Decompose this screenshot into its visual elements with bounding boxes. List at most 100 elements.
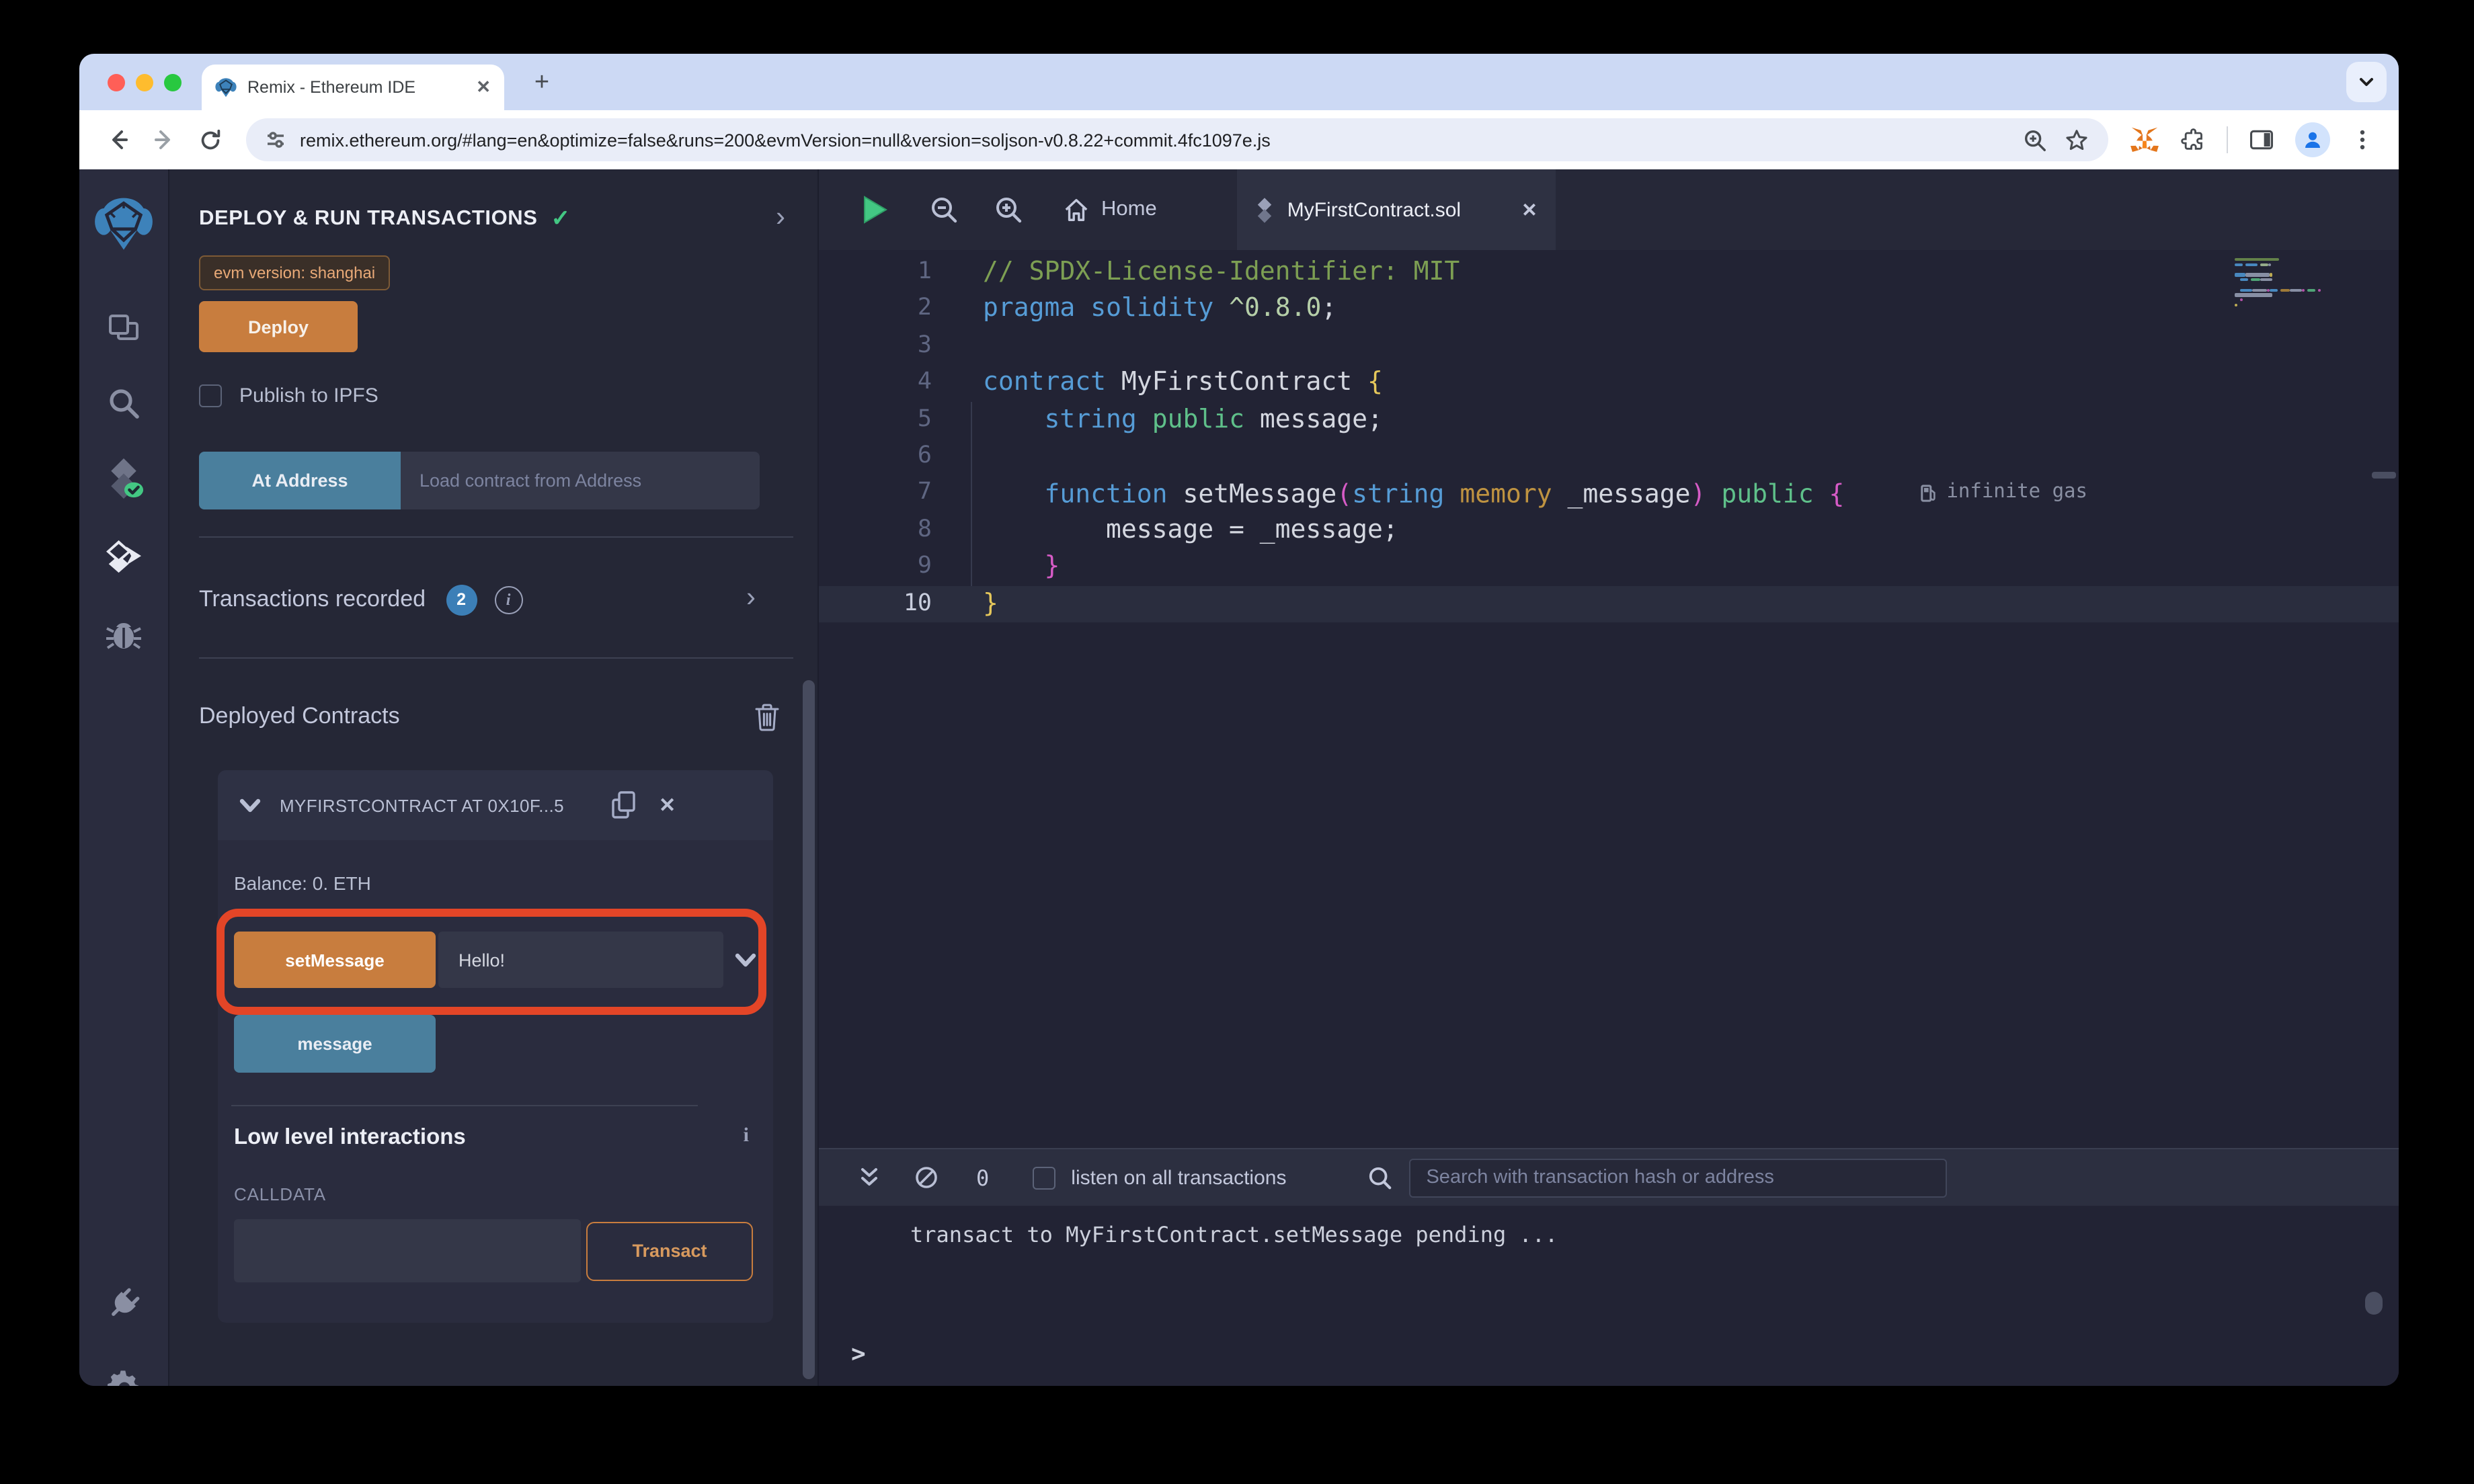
search-icon[interactable] (79, 374, 168, 433)
line-number: 6 (917, 442, 932, 469)
home-tab[interactable]: Home (1064, 197, 1157, 222)
reload-button[interactable] (190, 120, 230, 160)
terminal-search-input[interactable] (1408, 1158, 1947, 1197)
panel-divider (199, 657, 793, 659)
chevron-down-icon (2357, 73, 2376, 91)
code-lines[interactable]: // SPDX-License-Identifier: MIT pragma so… (983, 254, 2210, 622)
debugger-icon[interactable] (79, 605, 168, 664)
profile-avatar[interactable] (2295, 122, 2330, 157)
clear-terminal-icon[interactable] (914, 1165, 939, 1190)
zoom-in-icon[interactable] (994, 195, 1023, 224)
home-tab-label: Home (1101, 198, 1157, 220)
code-line[interactable]: contract MyFirstContract { (983, 364, 2210, 401)
at-address-button[interactable]: At Address (199, 452, 401, 509)
indent-guide (971, 401, 972, 586)
home-icon (1064, 197, 1089, 222)
minimize-window-button[interactable] (136, 74, 153, 91)
remix-app: DEPLOY & RUN TRANSACTIONS ✓ › evm versio… (79, 169, 2399, 1386)
bookmark-star-icon[interactable] (2064, 127, 2089, 153)
tab-close-icon[interactable]: ✕ (476, 77, 491, 98)
browser-window: Remix - Ethereum IDE ✕ + remix.ethereum.… (79, 54, 2399, 1386)
file-tab-label: MyFirstContract.sol (1287, 198, 1462, 221)
run-script-play-icon[interactable] (862, 195, 889, 224)
editor-scrollbar-thumb[interactable] (2372, 472, 2396, 479)
transactions-expand-icon[interactable]: › (746, 583, 756, 612)
code-editor[interactable]: 1 2 3 4 5 6 7 8 9 10 // SPDX-License-Identifier: … (819, 250, 2399, 1148)
calldata-input[interactable] (234, 1219, 581, 1282)
code-line[interactable] (983, 328, 2210, 365)
pending-tx-count: 0 (976, 1165, 990, 1190)
chevron-down-icon[interactable] (239, 798, 261, 813)
file-explorer-icon[interactable] (79, 298, 168, 358)
editor-column: Home MyFirstContract.sol ✕ 1 2 3 4 5 6 7 8 9 10 /… (819, 169, 2399, 1386)
code-line[interactable]: message = _message; (983, 511, 2210, 548)
browser-tab[interactable]: Remix - Ethereum IDE ✕ (202, 65, 504, 110)
code-line[interactable]: pragma solidity ^0.8.0; (983, 291, 2210, 328)
zoom-out-icon[interactable] (929, 195, 959, 224)
message-getter-button[interactable]: message (234, 1015, 436, 1073)
browser-menu-icon[interactable] (2350, 128, 2375, 152)
address-bar[interactable]: remix.ethereum.org/#lang=en&optimize=fal… (246, 118, 2108, 161)
code-line[interactable] (983, 438, 2210, 475)
extensions-icon[interactable] (2180, 126, 2206, 153)
compile-success-check-icon: ✓ (551, 206, 571, 231)
forward-button[interactable] (144, 120, 184, 160)
metamask-icon[interactable] (2130, 125, 2159, 155)
toolbar-right-icons (2130, 122, 2380, 157)
panel-title: DEPLOY & RUN TRANSACTIONS (199, 207, 538, 230)
close-window-button[interactable] (108, 74, 125, 91)
close-file-tab-icon[interactable]: ✕ (1521, 198, 1537, 221)
tab-search-button[interactable] (2346, 62, 2387, 102)
contract-instance-card: MYFIRSTCONTRACT AT 0X10F...5 ✕ Balance: … (216, 770, 773, 1323)
panel-scrollbar-thumb[interactable] (803, 680, 815, 1379)
icon-rail (79, 169, 169, 1386)
code-line[interactable]: } (983, 548, 2210, 585)
listen-all-checkbox[interactable] (1032, 1166, 1055, 1189)
transactions-info-icon[interactable]: i (494, 585, 523, 614)
transactions-recorded-label: Transactions recorded (199, 586, 426, 612)
low-level-info-icon[interactable]: i (744, 1125, 749, 1148)
code-line[interactable]: } (983, 585, 2210, 622)
new-tab-button[interactable]: + (526, 67, 558, 99)
calldata-label: CALLDATA (234, 1184, 326, 1204)
panel-chevron-right-icon[interactable]: › (776, 203, 785, 231)
solidity-file-icon (1256, 196, 1274, 224)
settings-gear-icon[interactable] (79, 1358, 168, 1386)
remix-logo-icon[interactable] (79, 188, 168, 258)
back-button[interactable] (98, 120, 138, 160)
set-message-function-button[interactable]: setMessage (234, 932, 436, 988)
solidity-compiler-icon[interactable] (79, 449, 168, 508)
deploy-run-icon[interactable] (79, 527, 168, 586)
terminal-output[interactable]: transact to MyFirstContract.setMessage p… (819, 1206, 2399, 1386)
code-line[interactable]: string public message; (983, 401, 2210, 438)
publish-ipfs-checkbox[interactable] (199, 384, 222, 407)
editor-minimap[interactable] (2235, 258, 2364, 309)
copy-address-icon[interactable] (610, 790, 637, 820)
site-settings-icon[interactable] (265, 129, 286, 151)
contract-instance-name: MYFIRSTCONTRACT AT 0X10F...5 (280, 795, 564, 815)
line-number: 2 (917, 294, 932, 322)
sidebar-toggle-icon[interactable] (2248, 126, 2275, 153)
deploy-button[interactable]: Deploy (199, 301, 358, 352)
contract-instance-header[interactable]: MYFIRSTCONTRACT AT 0X10F...5 ✕ (218, 770, 773, 840)
terminal-scrollbar-thumb[interactable] (2365, 1292, 2383, 1315)
evm-version-badge: evm version: shanghai (199, 255, 391, 290)
code-line[interactable]: // SPDX-License-Identifier: MIT (983, 254, 2210, 291)
file-tab-active[interactable]: MyFirstContract.sol ✕ (1237, 169, 1556, 250)
close-instance-icon[interactable]: ✕ (659, 793, 676, 817)
collapse-terminal-icon[interactable] (859, 1167, 879, 1188)
line-number-gutter: 1 2 3 4 5 6 7 8 9 10 (819, 254, 932, 622)
expand-args-chevron-icon[interactable] (734, 952, 757, 967)
plugin-manager-icon[interactable] (79, 1273, 168, 1332)
at-address-input[interactable] (401, 452, 760, 509)
line-number: 7 (917, 479, 932, 506)
listen-all-label: listen on all transactions (1071, 1166, 1287, 1189)
set-message-arg-input[interactable] (438, 932, 723, 988)
clear-instances-trash-icon[interactable] (754, 702, 780, 731)
zoom-page-icon[interactable] (2022, 127, 2048, 153)
code-line[interactable]: function setMessage(string memory _messa… (983, 475, 2210, 512)
card-divider (231, 1105, 698, 1106)
transact-button[interactable]: Transact (586, 1221, 753, 1280)
url-text[interactable]: remix.ethereum.org/#lang=en&optimize=fal… (300, 130, 2009, 150)
fullscreen-window-button[interactable] (164, 74, 182, 91)
